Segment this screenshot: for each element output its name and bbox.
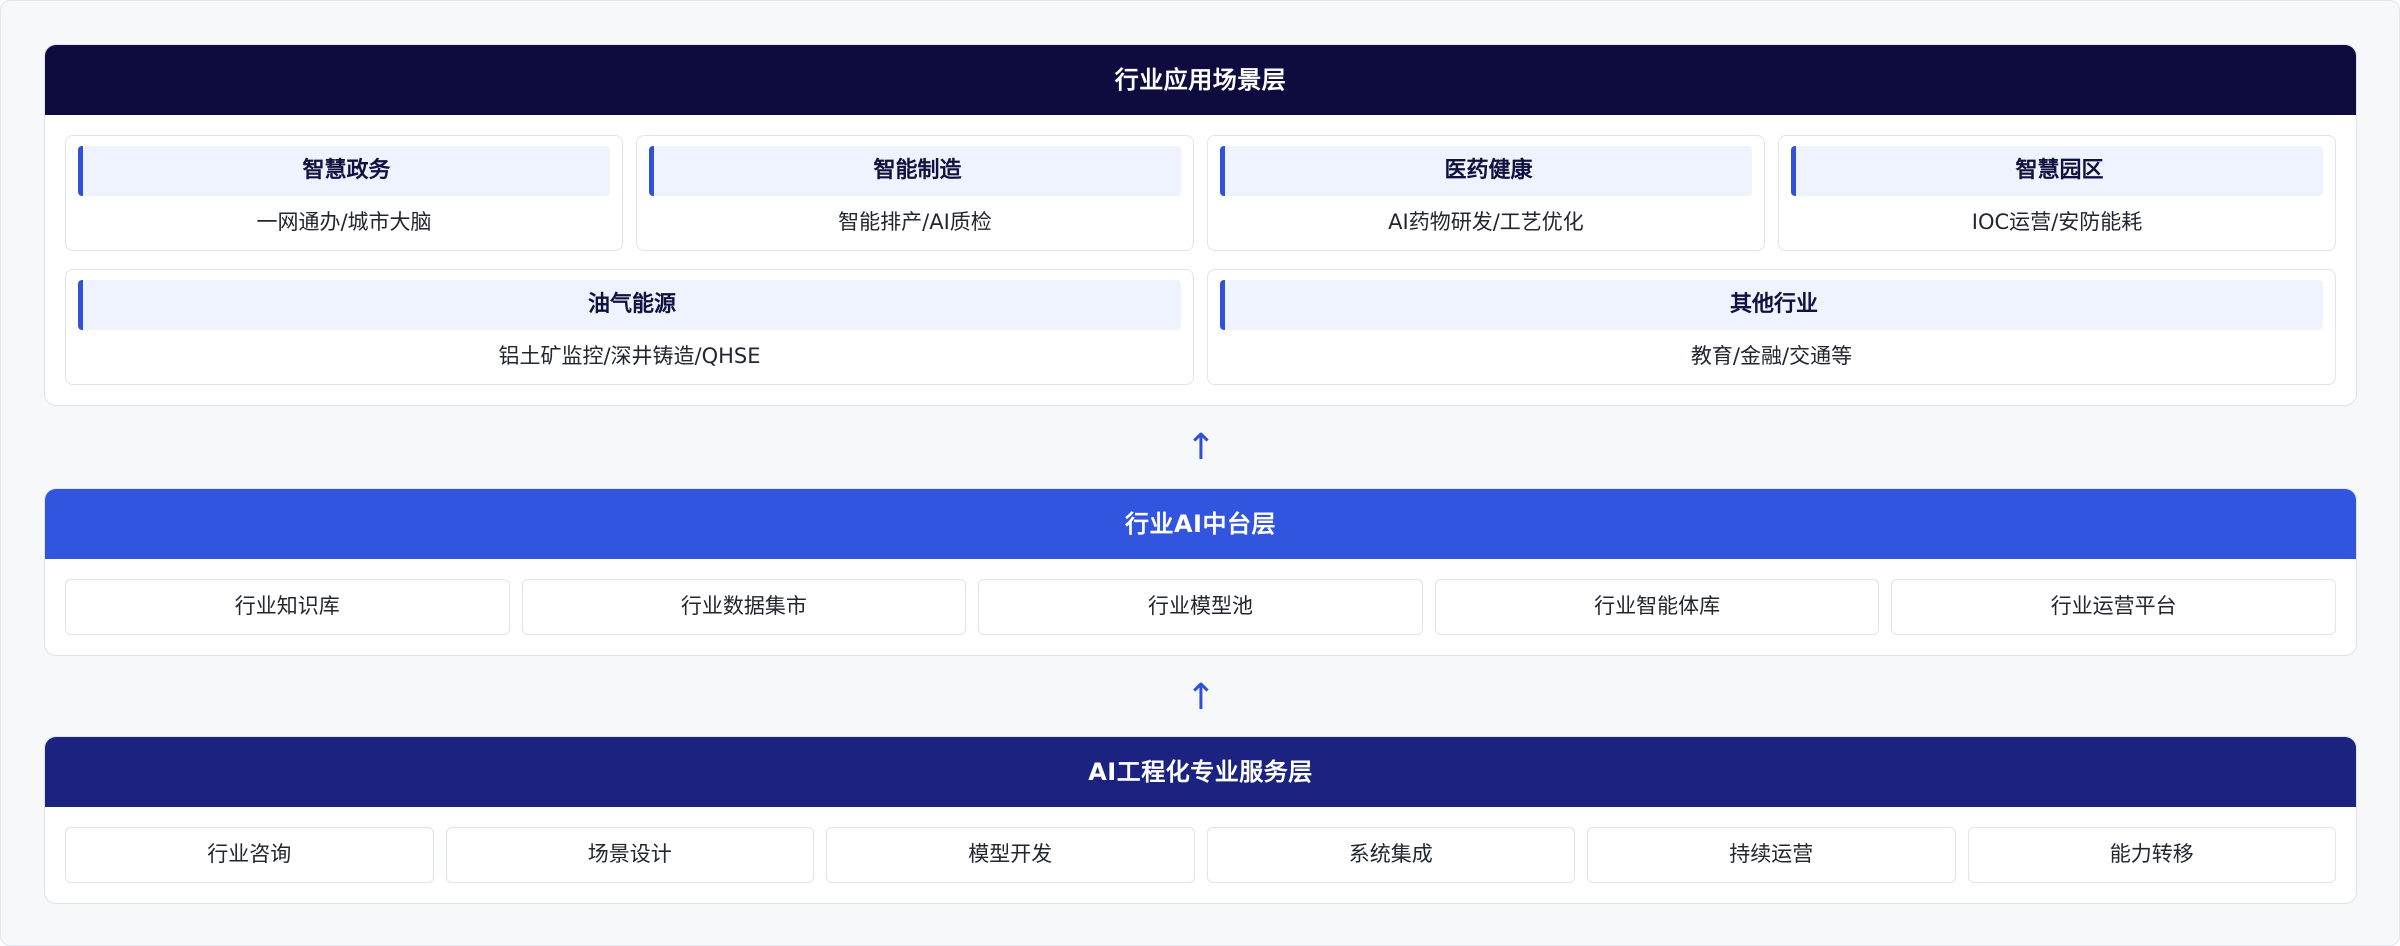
up-arrow-icon: ↑ xyxy=(1185,427,1217,468)
platform-items: 行业知识库 行业数据集市 行业模型池 行业智能体库 行业运营平台 xyxy=(65,579,2336,635)
scenario-card-government[interactable]: 智慧政务 一网通办/城市大脑 xyxy=(65,135,623,251)
service-items: 行业咨询 场景设计 模型开发 系统集成 持续运营 能力转移 xyxy=(65,827,2336,883)
platform-layer-title: 行业AI中台层 xyxy=(45,489,2356,559)
scenario-card-title: 医药健康 xyxy=(1220,146,1752,196)
service-item-capability-transfer[interactable]: 能力转移 xyxy=(1967,827,2336,883)
scenario-card-title: 智能制造 xyxy=(649,146,1181,196)
scenario-card-title: 其他行业 xyxy=(1220,280,2323,330)
service-layer-title: AI工程化专业服务层 xyxy=(45,737,2356,807)
application-layer-title: 行业应用场景层 xyxy=(45,45,2356,115)
service-item-scenario-design[interactable]: 场景设计 xyxy=(445,827,814,883)
architecture-diagram: 行业应用场景层 智慧政务 一网通办/城市大脑 智能制造 智能排产/AI质检 医药… xyxy=(0,0,2400,946)
platform-item-data-mart[interactable]: 行业数据集市 xyxy=(521,579,967,635)
scenario-card-other[interactable]: 其他行业 教育/金融/交通等 xyxy=(1207,269,2336,385)
scenario-card-park[interactable]: 智慧园区 IOC运营/安防能耗 xyxy=(1778,135,2336,251)
service-item-model-development[interactable]: 模型开发 xyxy=(826,827,1195,883)
up-arrow-icon: ↑ xyxy=(1185,677,1217,718)
platform-item-operations[interactable]: 行业运营平台 xyxy=(1891,579,2336,635)
service-item-system-integration[interactable]: 系统集成 xyxy=(1206,827,1575,883)
application-layer: 行业应用场景层 智慧政务 一网通办/城市大脑 智能制造 智能排产/AI质检 医药… xyxy=(44,44,2357,406)
scenario-card-title: 智慧政务 xyxy=(78,146,610,196)
scenario-card-subtitle: 智能排产/AI质检 xyxy=(838,210,992,234)
scenario-card-subtitle: IOC运营/安防能耗 xyxy=(1971,210,2143,234)
service-item-consulting[interactable]: 行业咨询 xyxy=(65,827,434,883)
platform-item-agent-library[interactable]: 行业智能体库 xyxy=(1434,579,1880,635)
scenario-card-subtitle: 一网通办/城市大脑 xyxy=(256,210,432,234)
scenario-card-subtitle: 教育/金融/交通等 xyxy=(1690,344,1853,368)
service-layer: AI工程化专业服务层 行业咨询 场景设计 模型开发 系统集成 持续运营 能力转移 xyxy=(44,736,2357,904)
scenario-card-healthcare[interactable]: 医药健康 AI药物研发/工艺优化 xyxy=(1207,135,1765,251)
scenario-card-manufacturing[interactable]: 智能制造 智能排产/AI质检 xyxy=(636,135,1194,251)
platform-layer: 行业AI中台层 行业知识库 行业数据集市 行业模型池 行业智能体库 行业运营平台 xyxy=(44,488,2357,656)
scenario-grid: 智慧政务 一网通办/城市大脑 智能制造 智能排产/AI质检 医药健康 AI药物研… xyxy=(65,135,2336,385)
scenario-card-subtitle: 铝土矿监控/深井铸造/QHSE xyxy=(498,344,761,368)
scenario-card-subtitle: AI药物研发/工艺优化 xyxy=(1388,210,1584,234)
platform-item-model-pool[interactable]: 行业模型池 xyxy=(978,579,1423,635)
scenario-card-energy[interactable]: 油气能源 铝土矿监控/深井铸造/QHSE xyxy=(65,269,1194,385)
scenario-card-title: 智慧园区 xyxy=(1791,146,2323,196)
service-item-continuous-operation[interactable]: 持续运营 xyxy=(1587,827,1956,883)
platform-item-knowledge-base[interactable]: 行业知识库 xyxy=(65,579,510,635)
scenario-card-title: 油气能源 xyxy=(78,280,1181,330)
